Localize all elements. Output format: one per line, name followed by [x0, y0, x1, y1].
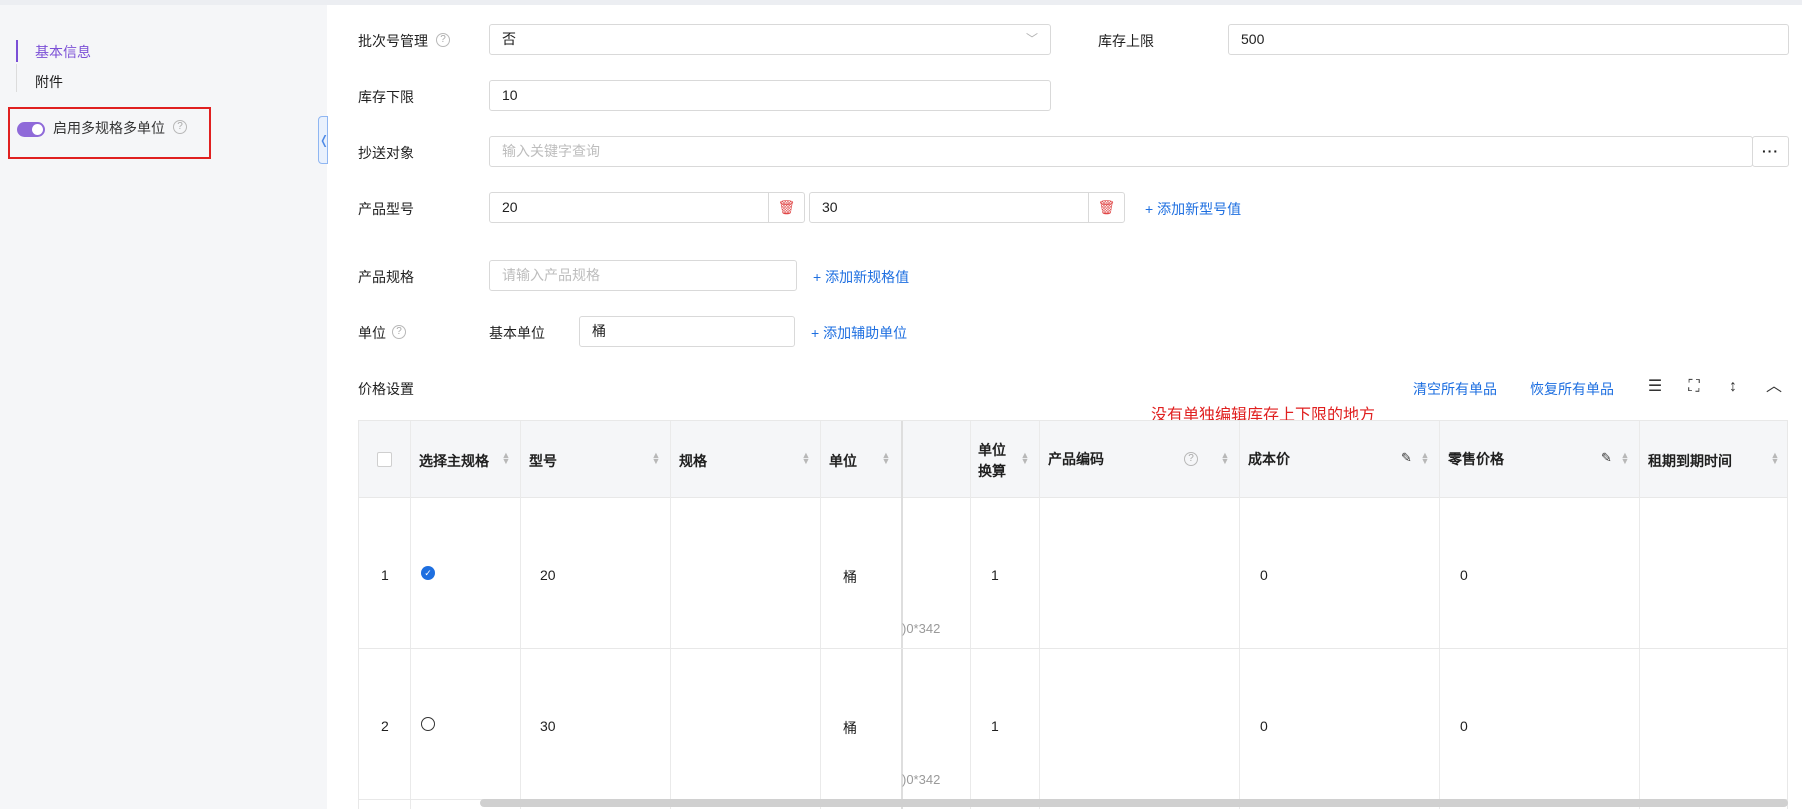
price-table: 选择主规格 ▲ ▼ 型号 ▲ ▼ 规格 ▲ ▼ 单位 ▲ ▼ 单位 换算 ▲ ▼ 产品编码…	[358, 420, 1788, 809]
horizontal-scrollbar[interactable]	[480, 799, 1788, 807]
main-spec-radio[interactable]	[421, 717, 435, 731]
price-settings-title: 价格设置	[358, 381, 414, 397]
sort-icon[interactable]: ▲ ▼	[1220, 451, 1230, 466]
th-retail-price: 零售价格	[1448, 451, 1504, 467]
row-index: 2	[381, 718, 389, 734]
row-unit: 桶	[843, 720, 857, 736]
multi-spec-toggle-label: 启用多规格多单位	[53, 120, 165, 136]
collapse-up-icon[interactable]: ︿	[1764, 378, 1784, 396]
nav-divider	[16, 64, 17, 92]
table-row	[359, 498, 1787, 649]
stock-min-input[interactable]: 10	[489, 80, 1051, 111]
row-conversion: 1	[991, 567, 999, 583]
row-unit: 桶	[843, 569, 857, 585]
add-aux-unit-link[interactable]: + 添加辅助单位	[811, 323, 907, 343]
main-spec-radio-selected[interactable]: ✓	[421, 566, 435, 580]
th-cost-price: 成本价	[1248, 451, 1290, 467]
sort-icon[interactable]: ▲ ▼	[501, 451, 511, 466]
model-label: 产品型号	[358, 201, 414, 217]
th-model: 型号	[529, 453, 557, 469]
th-conversion-line1: 单位	[978, 442, 1006, 458]
cc-more-button[interactable]: ···	[1752, 136, 1789, 167]
edit-pencil-icon[interactable]: ✎	[1601, 450, 1612, 466]
spec-label: 产品规格	[358, 269, 414, 285]
delete-model-2-icon[interactable]: 🗑	[1088, 193, 1124, 222]
batch-label: 批次号管理	[358, 33, 428, 49]
sidebar: 基本信息 附件 启用多规格多单位 ?	[0, 5, 327, 809]
th-conversion-line2: 换算	[978, 463, 1006, 479]
row-conversion: 1	[991, 718, 999, 734]
sidebar-item-attachments[interactable]: 附件	[35, 72, 63, 92]
row-model: 30	[540, 718, 556, 734]
model-input-2[interactable]: 30 🗑	[809, 192, 1125, 223]
sort-icon[interactable]: ▲ ▼	[1620, 451, 1630, 466]
stock-max-input[interactable]: 500	[1228, 24, 1789, 55]
row-model: 20	[540, 567, 556, 583]
row-partial-text: )0*342	[902, 772, 941, 787]
clear-all-items-link[interactable]: 清空所有单品	[1413, 379, 1497, 399]
sort-icon[interactable]: ▲ ▼	[881, 451, 891, 466]
row-index: 1	[381, 567, 389, 583]
unit-help-icon[interactable]: ?	[392, 325, 406, 339]
multi-spec-toggle[interactable]	[17, 122, 45, 137]
edit-pencil-icon[interactable]: ✎	[1401, 450, 1412, 466]
collapse-sidebar-icon[interactable]: ❬	[318, 116, 329, 164]
th-main-spec: 选择主规格	[419, 453, 489, 469]
batch-select[interactable]: 否 ﹀	[489, 24, 1051, 55]
model-value-1: 20	[502, 199, 518, 215]
th-product-code: 产品编码	[1048, 451, 1104, 467]
stock-min-label: 库存下限	[358, 89, 414, 105]
restore-all-items-link[interactable]: 恢复所有单品	[1530, 379, 1614, 399]
row-cost[interactable]: 0	[1260, 567, 1268, 583]
model-input-1[interactable]: 20 🗑	[489, 192, 805, 223]
base-unit-label: 基本单位	[489, 325, 545, 341]
cc-label: 抄送对象	[358, 145, 414, 161]
sort-icon[interactable]: ▲ ▼	[1020, 451, 1030, 466]
row-retail[interactable]: 0	[1460, 718, 1468, 734]
sidebar-item-basic-info[interactable]: 基本信息	[35, 42, 91, 62]
th-unit: 单位	[829, 453, 857, 469]
delete-model-1-icon[interactable]: 🗑	[768, 193, 804, 222]
nav-active-indicator	[16, 40, 18, 62]
sort-icon[interactable]: ▲ ▼	[651, 451, 661, 466]
spec-input[interactable]: 请输入产品规格	[489, 260, 797, 291]
sort-icon[interactable]: ▲ ▼	[801, 451, 811, 466]
add-model-link[interactable]: + 添加新型号值	[1145, 199, 1241, 219]
fullscreen-icon[interactable]: ⛶	[1684, 378, 1704, 396]
help-icon[interactable]: ?	[173, 120, 187, 134]
row-cost[interactable]: 0	[1260, 718, 1268, 734]
select-all-checkbox[interactable]	[377, 452, 392, 467]
row-retail[interactable]: 0	[1460, 567, 1468, 583]
batch-help-icon[interactable]: ?	[436, 33, 450, 47]
cc-search-input[interactable]: 输入关键字查询	[489, 136, 1753, 167]
expand-height-icon[interactable]: ↕	[1723, 378, 1743, 396]
th-spec: 规格	[679, 453, 707, 469]
add-spec-link[interactable]: + 添加新规格值	[813, 267, 909, 287]
stock-max-label: 库存上限	[1098, 33, 1154, 49]
row-density-icon[interactable]: ☰	[1645, 378, 1665, 396]
unit-label: 单位	[358, 325, 386, 341]
sort-icon[interactable]: ▲ ▼	[1420, 451, 1430, 466]
base-unit-input[interactable]: 桶	[579, 316, 795, 347]
code-help-icon[interactable]: ?	[1184, 452, 1198, 466]
chevron-down-icon: ﹀	[1025, 32, 1038, 46]
batch-select-value: 否	[502, 31, 516, 47]
table-row	[359, 649, 1787, 800]
sort-icon[interactable]: ▲ ▼	[1770, 451, 1780, 466]
row-partial-text: )0*342	[902, 621, 941, 636]
th-lease-expiry: 租期到期时间	[1648, 453, 1732, 469]
model-value-2: 30	[822, 199, 838, 215]
